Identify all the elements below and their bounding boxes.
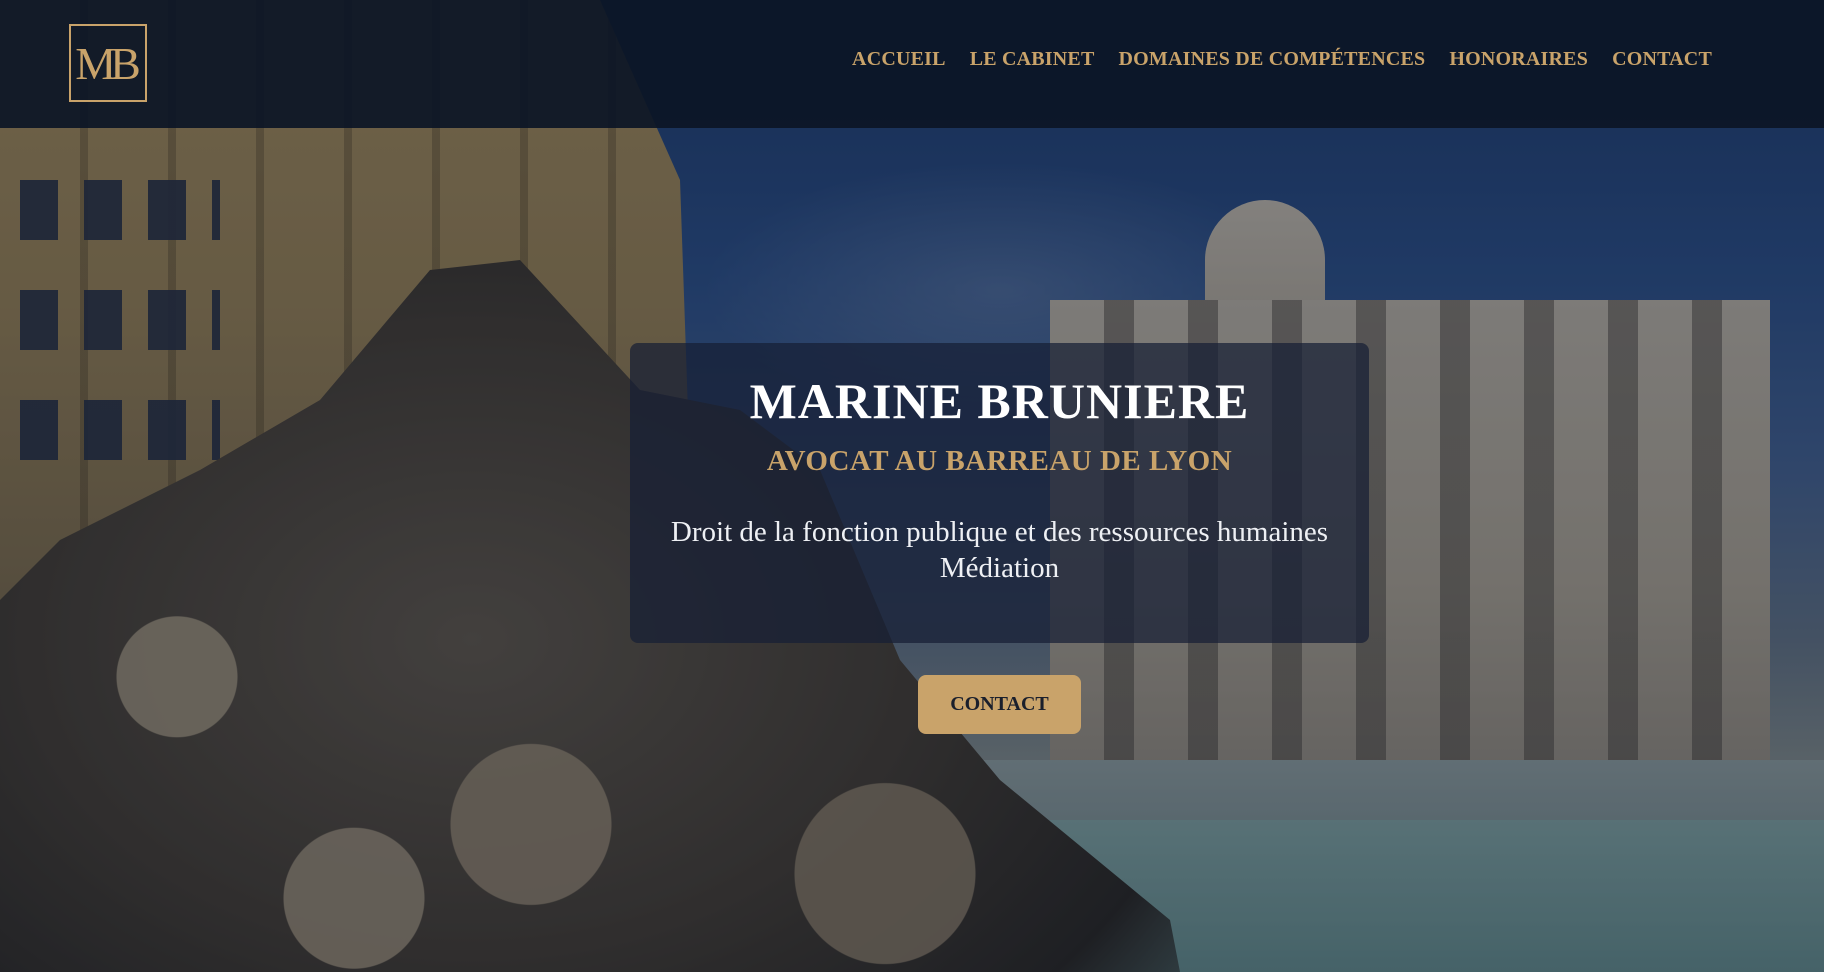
lawyer-name: MARINE BRUNIERE [749, 373, 1250, 429]
lawyer-title: AVOCAT AU BARREAU DE LYON [766, 444, 1233, 477]
top-navigation-bar: MB ACCUEIL LE CABINET DOMAINES DE COMPÉT… [0, 0, 1824, 128]
contact-cta-button[interactable]: CONTACT [918, 675, 1081, 734]
specialty-item: Médiation [939, 551, 1060, 584]
specialty-item: Droit de la fonction publique et des res… [670, 515, 1329, 548]
main-nav: ACCUEIL LE CABINET DOMAINES DE COMPÉTENC… [852, 48, 1712, 71]
logo-monogram: MB [75, 37, 141, 89]
site-logo[interactable]: MB [69, 24, 147, 102]
nav-link-domaines-de-competences[interactable]: DOMAINES DE COMPÉTENCES [1119, 48, 1426, 71]
nav-link-accueil[interactable]: ACCUEIL [852, 48, 946, 71]
nav-link-contact[interactable]: CONTACT [1612, 48, 1712, 71]
specialties-list: Droit de la fonction publique et des res… [630, 514, 1369, 586]
hero-intro-card: MARINE BRUNIERE AVOCAT AU BARREAU DE LYO… [630, 343, 1369, 643]
nav-link-le-cabinet[interactable]: LE CABINET [970, 48, 1095, 71]
nav-link-honoraires[interactable]: HONORAIRES [1449, 48, 1588, 71]
